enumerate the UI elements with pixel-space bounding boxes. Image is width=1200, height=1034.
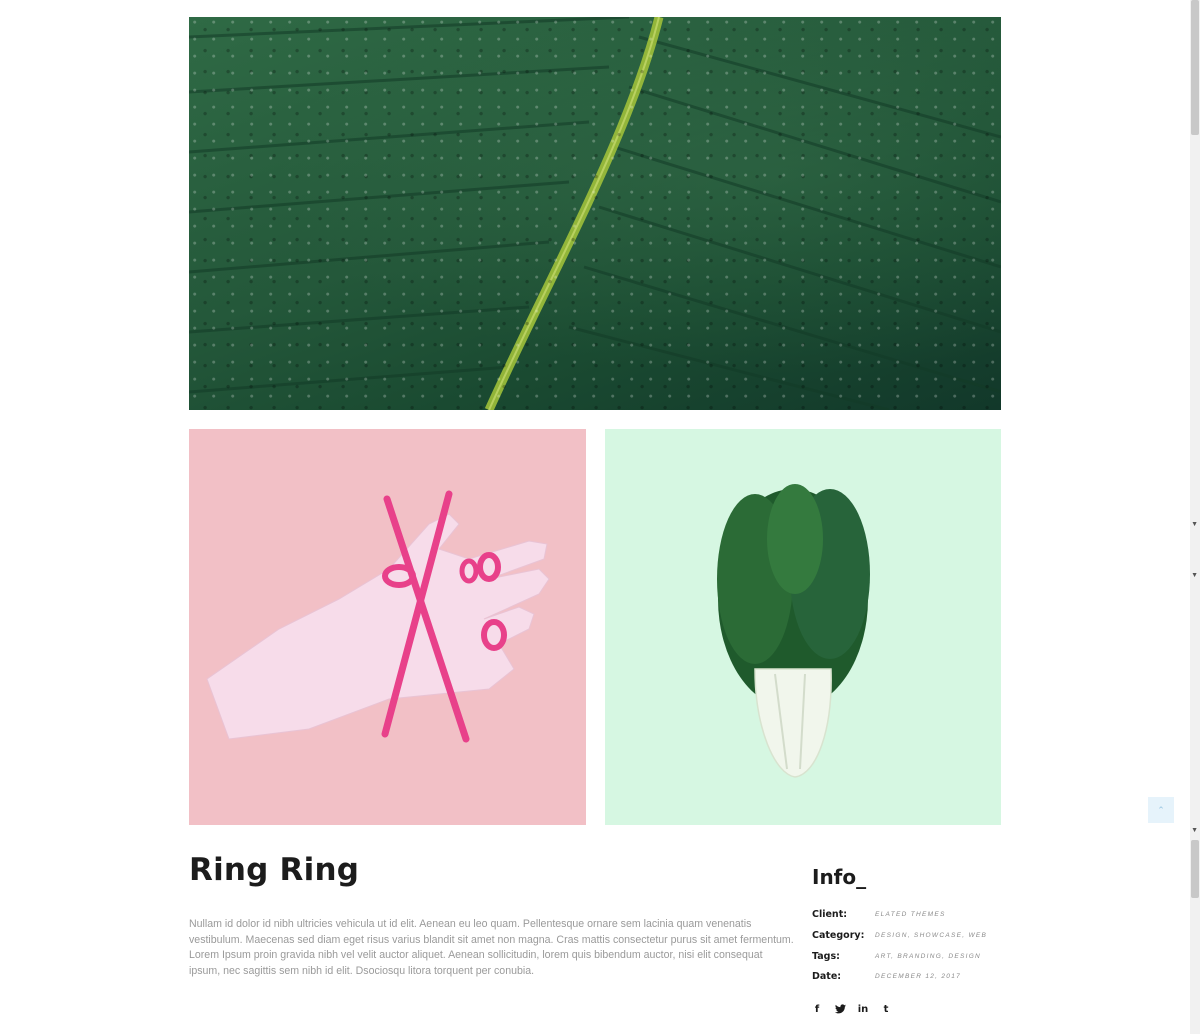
info-label: Tags:: [812, 951, 840, 962]
hero-leaf-image: [189, 17, 1001, 410]
facebook-icon[interactable]: f: [810, 1001, 824, 1017]
tumblr-icon[interactable]: t: [879, 1001, 893, 1017]
info-value[interactable]: Design, Showcase, Web: [875, 932, 987, 939]
pink-hand-image: [189, 429, 586, 825]
twitter-icon[interactable]: [833, 1001, 847, 1017]
hand-illustration: [206, 490, 550, 743]
info-value[interactable]: Elated Themes: [875, 911, 946, 918]
info-value[interactable]: Art, Branding, Design: [875, 953, 981, 960]
info-title: Info_: [812, 865, 867, 889]
bok-choy-illustration: [717, 484, 870, 778]
back-to-top-button[interactable]: ⌃: [1148, 797, 1174, 823]
water-drops: [189, 17, 1001, 410]
linkedin-icon[interactable]: in: [856, 1001, 870, 1017]
scroll-arrow-down-icon[interactable]: ▼: [1191, 572, 1198, 579]
info-value: December 12, 2017: [875, 973, 962, 980]
info-label: Client:: [812, 909, 848, 920]
social-share: f in t: [810, 1001, 893, 1017]
scroll-arrow-down-icon[interactable]: ▼: [1191, 521, 1198, 528]
info-label: Category:: [812, 930, 865, 941]
scroll-arrow-down-icon[interactable]: ▼: [1191, 827, 1198, 834]
bok-choy-image: [605, 429, 1001, 825]
project-title: Ring Ring: [189, 852, 360, 888]
info-label: Date:: [812, 971, 842, 982]
scrollbar-thumb-secondary[interactable]: [1191, 840, 1199, 898]
scrollbar-thumb[interactable]: [1191, 0, 1199, 135]
page-scrollbar[interactable]: ▼ ▼ ▼: [1190, 0, 1200, 1034]
project-description: Nullam id dolor id nibh ultricies vehicu…: [189, 918, 794, 977]
